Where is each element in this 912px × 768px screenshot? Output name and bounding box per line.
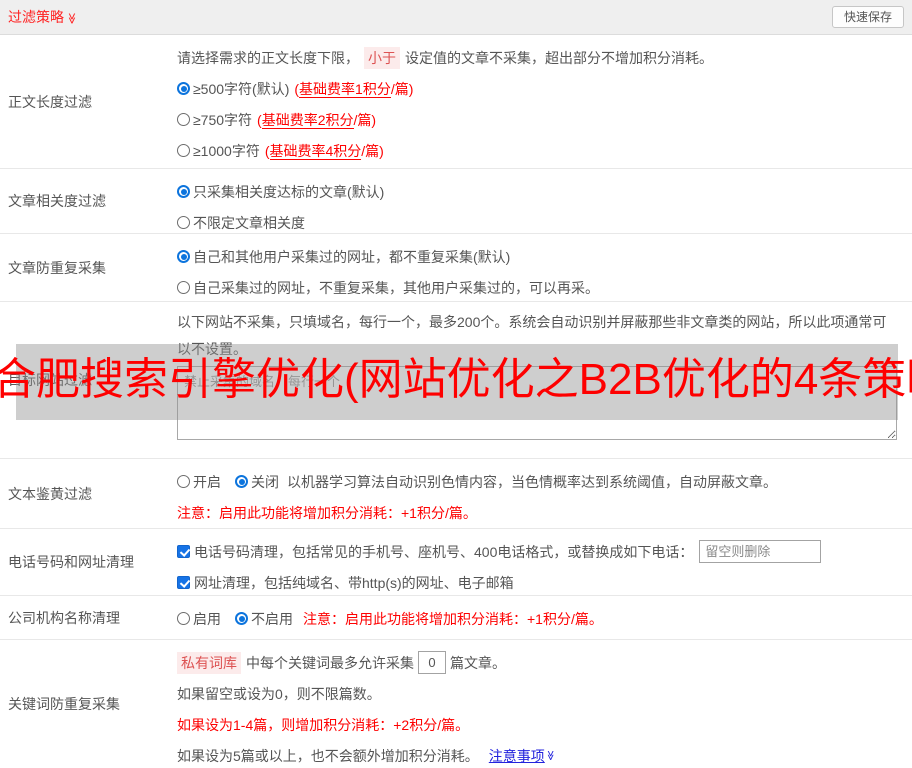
radio-company-off-label[interactable]: 不启用 — [251, 609, 293, 629]
url-clean-line: 网址清理，包括纯域名、带http(s)的网址、电子邮箱 — [177, 567, 904, 598]
row-label: 目标网站过滤 — [8, 372, 92, 388]
radio-relevance-any-label[interactable]: 不限定文章相关度 — [193, 213, 305, 233]
dedup-option-all: 自己和其他用户采集过的网址，都不重复采集(默认) — [177, 241, 904, 272]
keyword-note-zero: 如果留空或设为0，则不限篇数。 — [177, 685, 381, 702]
porn-filter-warning: 注意：启用此功能将增加积分消耗：+1积分/篇。 — [177, 504, 477, 521]
radio-porn-off[interactable] — [235, 475, 248, 488]
fee-note: (基础费率4积分/篇) — [264, 142, 384, 160]
radio-porn-off-label[interactable]: 关闭 — [251, 472, 279, 492]
length-option-1000: ≥1000字符 (基础费率4积分/篇) — [177, 135, 904, 166]
desc-text: 请选择需求的正文长度下限， — [177, 49, 359, 66]
radio-500-label[interactable]: ≥500字符(默认) — [193, 79, 289, 99]
row-site-filter: 目标网站过滤 以下网站不采集，只填域名，每行一个，最多200个。系统会自动识别并… — [0, 302, 912, 459]
link-chevron-down-icon[interactable]: ≫ — [545, 750, 556, 760]
radio-company-on-label[interactable]: 启用 — [193, 609, 221, 629]
row-company-clean: 公司机构名称清理 启用 不启用 注意：启用此功能将增加积分消耗：+1积分/篇。 — [0, 596, 912, 640]
row-label: 正文长度过滤 — [8, 93, 92, 110]
row-porn-filter: 文本鉴黄过滤 开启 关闭 以机器学习算法自动识别色情内容，当色情概率达到系统阈值… — [0, 459, 912, 529]
radio-dedup-self[interactable] — [177, 281, 190, 294]
radio-relevance-any[interactable] — [177, 216, 190, 229]
site-filter-desc: 以下网站不采集，只填域名，每行一个，最多200个。系统会自动识别并屏蔽那些非文章… — [177, 309, 904, 363]
row-relevance-filter: 文章相关度过滤 只采集相关度达标的文章(默认) 不限定文章相关度 — [0, 169, 912, 234]
radio-500[interactable] — [177, 82, 190, 95]
company-clean-warning: 注意：启用此功能将增加积分消耗：+1积分/篇。 — [303, 610, 603, 627]
desc-text: 设定值的文章不采集，超出部分不增加积分消耗。 — [405, 49, 713, 66]
url-clean-label[interactable]: 网址清理，包括纯域名、带http(s)的网址、电子邮箱 — [194, 573, 514, 593]
row-label: 文本鉴黄过滤 — [8, 485, 92, 502]
length-filter-desc: 请选择需求的正文长度下限， 小于 设定值的文章不采集，超出部分不增加积分消耗。 — [177, 42, 904, 73]
row-keyword-dedup: 关键词防重复采集 私有词库 中每个关键词最多允许采集 篇文章。 如果留空或设为0… — [0, 640, 912, 768]
row-label: 关键词防重复采集 — [8, 696, 120, 712]
row-content: 只采集相关度达标的文章(默认) 不限定文章相关度 — [177, 169, 912, 233]
keyword-limit-suffix: 篇文章。 — [450, 654, 506, 671]
row-content: 私有词库 中每个关键词最多允许采集 篇文章。 如果留空或设为0，则不限篇数。 如… — [177, 640, 912, 768]
row-content: 电话号码清理，包括常见的手机号、座机号、400电话格式，或替换成如下电话： 网址… — [177, 529, 912, 595]
keyword-note-five: 如果设为5篇或以上，也不会额外增加积分消耗。 注意事项 ≫ — [177, 740, 904, 768]
relevance-option-strict: 只采集相关度达标的文章(默认) — [177, 176, 904, 207]
chevron-down-icon: ≫ — [65, 12, 78, 25]
radio-relevance-strict[interactable] — [177, 185, 190, 198]
keyword-limit-text: 中每个关键词最多允许采集 — [246, 654, 414, 671]
row-dedup-filter: 文章防重复采集 自己和其他用户采集过的网址，都不重复采集(默认) 自己采集过的网… — [0, 234, 912, 302]
radio-1000[interactable] — [177, 144, 190, 157]
keyword-limit-line: 私有词库 中每个关键词最多允许采集 篇文章。 — [177, 647, 904, 678]
keyword-limit-input[interactable] — [418, 651, 446, 674]
keyword-note-five-text: 如果设为5篇或以上，也不会额外增加积分消耗。 — [177, 747, 479, 764]
phone-clean-label[interactable]: 电话号码清理，包括常见的手机号、座机号、400电话格式，或替换成如下电话： — [194, 542, 693, 562]
top-bar: 过滤策略≫ 快速保存 — [0, 0, 912, 35]
phone-clean-checkbox[interactable] — [177, 545, 190, 558]
quick-save-button[interactable]: 快速保存 — [831, 6, 904, 28]
keyword-note-cost: 如果设为1-4篇，则增加积分消耗：+2积分/篇。 — [177, 716, 470, 733]
fee-note: (基础费率1积分/篇) — [294, 80, 414, 98]
url-clean-checkbox[interactable] — [177, 576, 190, 589]
radio-1000-label[interactable]: ≥1000字符 — [193, 141, 260, 161]
radio-company-on[interactable] — [177, 612, 190, 625]
row-label: 公司机构名称清理 — [8, 609, 120, 626]
porn-filter-desc: 以机器学习算法自动识别色情内容，当色情概率达到系统阈值，自动屏蔽文章。 — [287, 473, 777, 490]
row-content: 请选择需求的正文长度下限， 小于 设定值的文章不采集，超出部分不增加积分消耗。 … — [177, 35, 912, 168]
notes-link[interactable]: 注意事项 — [489, 746, 545, 766]
radio-750-label[interactable]: ≥750字符 — [193, 110, 252, 130]
fee-note: (基础费率2积分/篇) — [257, 111, 377, 129]
radio-750[interactable] — [177, 113, 190, 126]
desc-line1: 以下网站不采集，只填域名，每行一个，最多200个。系统会自动识别并屏蔽那些非文章… — [177, 314, 887, 330]
blocked-domains-textarea[interactable] — [177, 366, 897, 440]
row-content: 启用 不启用 注意：启用此功能将增加积分消耗：+1积分/篇。 — [177, 596, 912, 639]
radio-relevance-strict-label[interactable]: 只采集相关度达标的文章(默认) — [193, 182, 384, 202]
replacement-phone-input[interactable] — [699, 540, 822, 563]
radio-dedup-all-label[interactable]: 自己和其他用户采集过的网址，都不重复采集(默认) — [193, 247, 510, 267]
private-lexicon-highlight: 私有词库 — [177, 651, 241, 674]
filter-strategy-page: 过滤策略≫ 快速保存 正文长度过滤 请选择需求的正文长度下限， 小于 设定值的文… — [0, 0, 912, 768]
row-phone-url-clean: 电话号码和网址清理 电话号码清理，包括常见的手机号、座机号、400电话格式，或替… — [0, 529, 912, 596]
highlight-less-than: 小于 — [364, 46, 400, 69]
phone-clean-line: 电话号码清理，包括常见的手机号、座机号、400电话格式，或替换成如下电话： — [177, 536, 904, 567]
row-length-filter: 正文长度过滤 请选择需求的正文长度下限， 小于 设定值的文章不采集，超出部分不增… — [0, 35, 912, 169]
row-content: 自己和其他用户采集过的网址，都不重复采集(默认) 自己采集过的网址，不重复采集，… — [177, 234, 912, 301]
radio-porn-on-label[interactable]: 开启 — [193, 472, 221, 492]
row-content: 以下网站不采集，只填域名，每行一个，最多200个。系统会自动识别并屏蔽那些非文章… — [177, 302, 912, 458]
page-title[interactable]: 过滤策略≫ — [8, 7, 78, 27]
dedup-option-self: 自己采集过的网址，不重复采集，其他用户采集过的，可以再采。 — [177, 272, 904, 303]
radio-dedup-self-label[interactable]: 自己采集过的网址，不重复采集，其他用户采集过的，可以再采。 — [193, 278, 599, 298]
row-content: 开启 关闭 以机器学习算法自动识别色情内容，当色情概率达到系统阈值，自动屏蔽文章… — [177, 459, 912, 528]
porn-filter-options: 开启 关闭 以机器学习算法自动识别色情内容，当色情概率达到系统阈值，自动屏蔽文章… — [177, 466, 904, 497]
page-title-text: 过滤策略 — [8, 9, 64, 25]
length-option-750: ≥750字符 (基础费率2积分/篇) — [177, 104, 904, 135]
radio-company-off[interactable] — [235, 612, 248, 625]
company-clean-options: 启用 不启用 注意：启用此功能将增加积分消耗：+1积分/篇。 — [177, 603, 904, 634]
row-label: 文章防重复采集 — [8, 259, 106, 276]
desc-line2: 以不设置。 — [177, 341, 247, 357]
radio-porn-on[interactable] — [177, 475, 190, 488]
length-option-500: ≥500字符(默认) (基础费率1积分/篇) — [177, 73, 904, 104]
radio-dedup-all[interactable] — [177, 250, 190, 263]
row-label: 电话号码和网址清理 — [8, 554, 134, 570]
row-label: 文章相关度过滤 — [8, 193, 106, 209]
